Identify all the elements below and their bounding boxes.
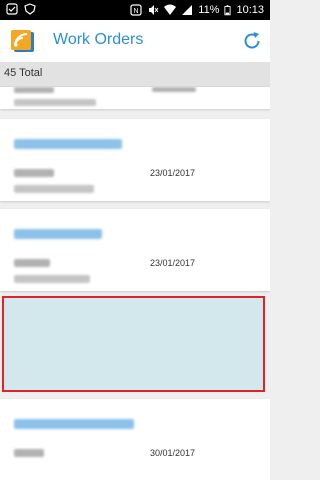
work-order-date: 30/01/2017 [150, 448, 196, 458]
work-order-id-redacted [14, 259, 50, 267]
work-order-id-redacted [14, 87, 54, 93]
work-order-card[interactable]: 23/01/2017 [0, 209, 270, 291]
battery-percent: 11% [198, 4, 220, 16]
selected-work-order[interactable] [2, 296, 265, 392]
shield-icon [24, 3, 36, 15]
page-title: Work Orders [53, 31, 144, 48]
work-order-title-redacted [14, 419, 134, 429]
work-order-date: 23/01/2017 [150, 258, 196, 268]
battery-icon [224, 5, 232, 16]
work-order-location-redacted [14, 275, 90, 283]
work-order-location-redacted [14, 185, 94, 193]
wifi-icon [164, 4, 177, 15]
signal-icon [182, 5, 193, 15]
work-orders-logo [11, 30, 34, 52]
notification-icon [6, 3, 18, 15]
work-order-card[interactable]: 30/01/2017 [0, 399, 270, 480]
mute-icon [149, 5, 159, 15]
clock: 10:13 [236, 4, 264, 16]
work-order-location-redacted [14, 99, 96, 106]
work-order-id-redacted [14, 169, 54, 177]
refresh-icon[interactable] [240, 29, 264, 53]
total-bar: 45 Total [0, 62, 270, 87]
work-order-card[interactable]: 23/01/2017 [0, 119, 270, 201]
status-bar: N 11% 10:13 [0, 0, 270, 20]
total-count: 45 Total [4, 67, 43, 79]
nfc-icon: N [130, 4, 142, 16]
work-order-card[interactable] [0, 87, 270, 109]
work-order-date: 23/01/2017 [150, 168, 196, 178]
svg-text:N: N [134, 8, 139, 15]
work-order-date-redacted [152, 87, 196, 92]
work-order-title-redacted [14, 229, 102, 239]
work-order-list[interactable]: 23/01/2017 23/01/2017 30/01/2017 [0, 87, 270, 480]
app-bar: Work Orders [0, 20, 270, 63]
work-order-title-redacted [14, 139, 122, 149]
work-order-id-redacted [14, 449, 44, 457]
